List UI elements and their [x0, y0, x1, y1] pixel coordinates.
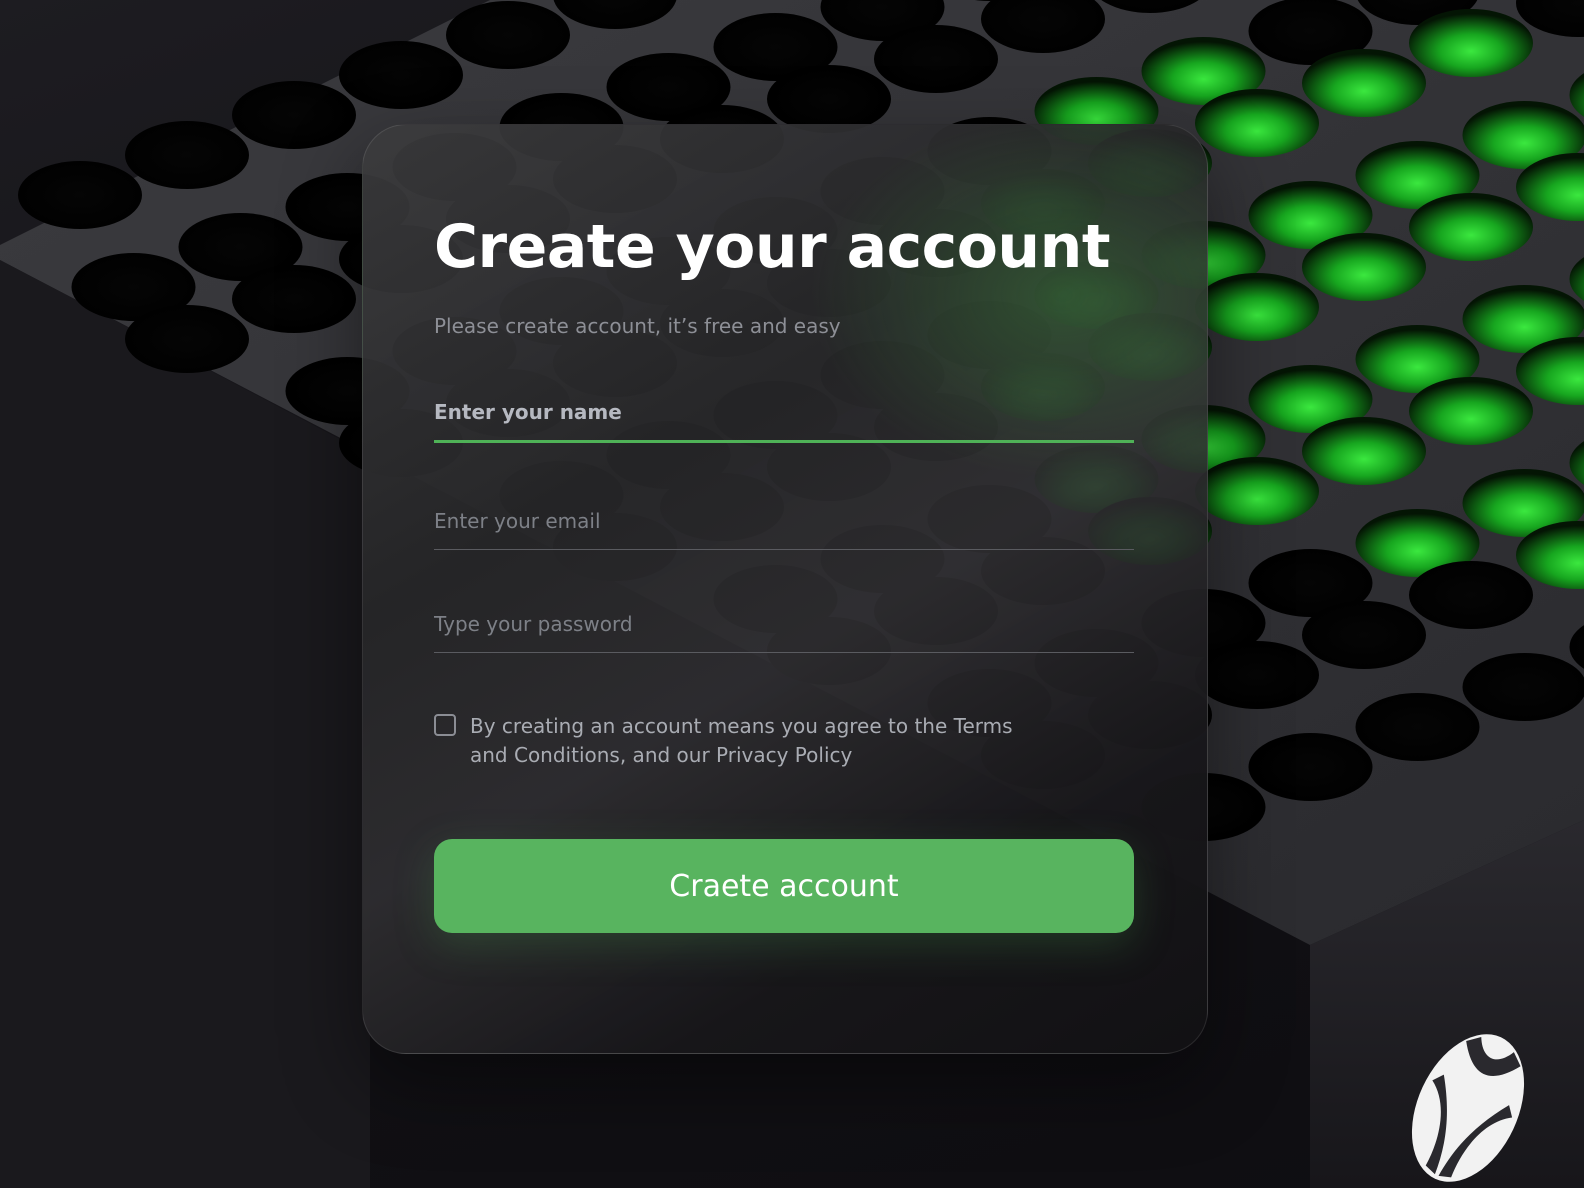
page-subtitle: Please create account, it’s free and eas… — [434, 314, 841, 338]
name-input[interactable] — [434, 400, 1134, 440]
terms-agreement: By creating an account means you agree t… — [434, 712, 1054, 770]
password-field — [434, 612, 1134, 653]
page-title: Create your account — [434, 212, 1111, 282]
name-field — [434, 400, 1134, 443]
email-input[interactable] — [434, 509, 1134, 549]
password-input[interactable] — [434, 612, 1134, 652]
page-background: Create your account Please create accoun… — [0, 0, 1584, 1188]
create-account-button[interactable]: Craete account — [434, 839, 1134, 933]
password-field-underline — [434, 652, 1134, 653]
email-field — [434, 509, 1134, 550]
terms-checkbox[interactable] — [434, 714, 456, 736]
name-field-underline — [434, 440, 1134, 443]
terms-text: By creating an account means you agree t… — [470, 714, 1013, 767]
email-field-underline — [434, 549, 1134, 550]
